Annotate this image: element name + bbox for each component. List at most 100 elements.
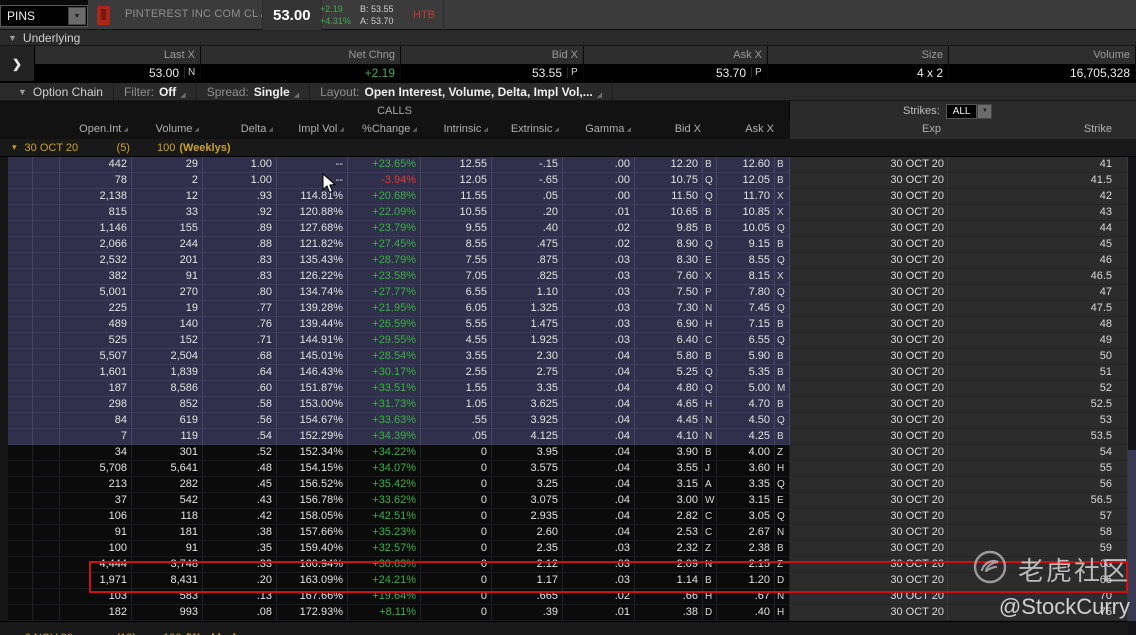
ask-cell[interactable]: .67 — [717, 589, 775, 605]
bid-cell[interactable]: 1.14 — [635, 573, 703, 589]
option-chain-row[interactable]: 382 91 .83 126.22% +23.58% 7.05 .825 .03… — [0, 269, 1136, 285]
ask-cell[interactable]: .40 — [717, 605, 775, 621]
ask-cell[interactable]: 4.00 — [717, 445, 775, 461]
bid-cell[interactable]: 3.55 — [635, 461, 703, 477]
option-chain-row[interactable]: 815 33 .92 120.88% +22.09% 10.55 .20 .01… — [0, 205, 1136, 221]
ask-cell[interactable]: 4.25 — [717, 429, 775, 445]
header-extrinsic[interactable]: Extrinsic ◢ — [492, 121, 563, 139]
collapse-chevron-icon[interactable]: ▼ — [18, 87, 27, 97]
ask-cell[interactable]: 4.70 — [717, 397, 775, 413]
header-strike[interactable]: Strike — [948, 121, 1128, 139]
bid-cell[interactable]: 2.53 — [635, 525, 703, 541]
ask-cell[interactable]: 6.55 — [717, 333, 775, 349]
ask-cell[interactable]: 4.50 — [717, 413, 775, 429]
ask-cell[interactable]: 2.67 — [717, 525, 775, 541]
ask-cell[interactable]: 1.20 — [717, 573, 775, 589]
option-chain-row[interactable]: 4,444 3,748 .33 160.94% +30.63% 0 2.12 .… — [0, 557, 1136, 573]
bid-cell[interactable]: 2.09 — [635, 557, 703, 573]
ask-cell[interactable]: 2.15 — [717, 557, 775, 573]
option-chain-row[interactable]: 103 583 .13 167.66% +19.64% 0 .665 .02 .… — [0, 589, 1136, 605]
option-chain-row[interactable]: 213 282 .45 156.52% +35.42% 0 3.25 .04 3… — [0, 477, 1136, 493]
ask-cell[interactable]: 7.45 — [717, 301, 775, 317]
bid-cell[interactable]: 4.10 — [635, 429, 703, 445]
bid-cell[interactable]: 10.65 — [635, 205, 703, 221]
option-chain-row[interactable]: 5,507 2,504 .68 145.01% +28.54% 3.55 2.3… — [0, 349, 1136, 365]
option-chain-row[interactable]: 84 619 .56 154.67% +33.63% .55 3.925 .04… — [0, 413, 1136, 429]
option-chain-row[interactable]: 100 91 .35 159.40% +32.57% 0 2.35 .03 2.… — [0, 541, 1136, 557]
shares-alert-icon[interactable] — [97, 6, 110, 25]
option-chain-row[interactable]: 5,708 5,641 .48 154.15% +34.07% 0 3.575 … — [0, 461, 1136, 477]
bid-cell[interactable]: 4.65 — [635, 397, 703, 413]
ask-cell[interactable]: 3.15 — [717, 493, 775, 509]
bid-cell[interactable]: 11.50 — [635, 189, 703, 205]
scrollbar-thumb[interactable] — [1128, 450, 1136, 621]
ask-cell[interactable]: 12.60 — [717, 157, 775, 173]
header-pct-change[interactable]: %Change ◢ — [348, 121, 421, 139]
option-chain-row[interactable]: 225 19 .77 139.28% +21.95% 6.05 1.325 .0… — [0, 301, 1136, 317]
header-exp[interactable]: Exp — [790, 121, 948, 139]
header-bid-x[interactable]: Bid X — [635, 121, 717, 139]
option-chain-row[interactable]: 1,601 1,839 .64 146.43% +30.17% 2.55 2.7… — [0, 365, 1136, 381]
ask-cell[interactable]: 10.05 — [717, 221, 775, 237]
ask-cell[interactable]: 3.05 — [717, 509, 775, 525]
ask-cell[interactable]: 10.85 — [717, 205, 775, 221]
strikes-dropdown[interactable]: Strikes: ALL ▼ — [903, 103, 993, 119]
underlying-expand-icon[interactable]: ❯ — [0, 46, 35, 81]
ask-cell[interactable]: 5.35 — [717, 365, 775, 381]
bid-cell[interactable]: 2.82 — [635, 509, 703, 525]
option-chain-row[interactable]: 34 301 .52 152.34% +34.22% 0 3.95 .04 3.… — [0, 445, 1136, 461]
ask-cell[interactable]: 5.90 — [717, 349, 775, 365]
ask-cell[interactable]: 3.60 — [717, 461, 775, 477]
header-ask-x[interactable]: Ask X — [717, 121, 790, 139]
header-delta[interactable]: Delta ◢ — [203, 121, 277, 139]
header-volume[interactable]: Volume ◢ — [132, 121, 203, 139]
strikes-value[interactable]: ALL — [945, 103, 978, 119]
layout-dropdown[interactable]: Layout: Open Interest, Volume, Delta, Im… — [310, 83, 614, 100]
bid-cell[interactable]: 8.30 — [635, 253, 703, 269]
bid-cell[interactable]: 7.30 — [635, 301, 703, 317]
bid-cell[interactable]: 6.90 — [635, 317, 703, 333]
bid-cell[interactable]: 10.75 — [635, 173, 703, 189]
bid-cell[interactable]: 8.90 — [635, 237, 703, 253]
header-intrinsic[interactable]: Intrinsic ◢ — [421, 121, 492, 139]
option-chain-row[interactable]: 525 152 .71 144.91% +29.55% 4.55 1.925 .… — [0, 333, 1136, 349]
ask-cell[interactable]: 7.80 — [717, 285, 775, 301]
symbol-dropdown-icon[interactable]: ▼ — [68, 7, 86, 25]
option-chain-row[interactable]: 187 8,586 .60 151.87% +33.51% 1.55 3.35 … — [0, 381, 1136, 397]
collapse-chevron-icon[interactable]: ▼ — [8, 33, 17, 43]
bid-cell[interactable]: 4.45 — [635, 413, 703, 429]
bid-cell[interactable]: 4.80 — [635, 381, 703, 397]
option-chain-row[interactable]: 5,001 270 .80 134.74% +27.77% 6.55 1.10 … — [0, 285, 1136, 301]
ask-cell[interactable]: 11.70 — [717, 189, 775, 205]
ask-cell[interactable]: 5.00 — [717, 381, 775, 397]
next-group-header-partial[interactable]: ▾ 6 NOV 20 (12) 100 (Weeklys) — [0, 621, 1136, 635]
symbol-input[interactable]: PINS ▼ — [0, 5, 88, 27]
option-chain-row[interactable]: 106 118 .42 158.05% +42.51% 0 2.935 .04 … — [0, 509, 1136, 525]
bid-cell[interactable]: 9.85 — [635, 221, 703, 237]
bid-cell[interactable]: 2.32 — [635, 541, 703, 557]
ask-cell[interactable]: 2.38 — [717, 541, 775, 557]
symbol-value[interactable]: PINS — [1, 9, 68, 23]
bid-cell[interactable]: 5.80 — [635, 349, 703, 365]
option-chain-row[interactable]: 2,138 12 .93 114.81% +20.68% 11.55 .05 .… — [0, 189, 1136, 205]
ask-cell[interactable]: 12.05 — [717, 173, 775, 189]
ask-cell[interactable]: 8.55 — [717, 253, 775, 269]
option-chain-section-header[interactable]: ▼ Option Chain — [0, 83, 114, 100]
strikes-dropdown-icon[interactable]: ▼ — [977, 103, 993, 119]
header-gamma[interactable]: Gamma ◢ — [563, 121, 635, 139]
header-impl-vol[interactable]: Impl Vol ◢ — [277, 121, 348, 139]
bid-cell[interactable]: 6.40 — [635, 333, 703, 349]
ask-cell[interactable]: 8.15 — [717, 269, 775, 285]
option-chain-row[interactable]: 78 2 1.00 -- -3.94% 12.05 -.65 .00 10.75… — [0, 173, 1136, 189]
bid-cell[interactable]: 12.20 — [635, 157, 703, 173]
bid-cell[interactable]: 3.00 — [635, 493, 703, 509]
underlying-section-header[interactable]: ▼ Underlying — [0, 30, 1136, 46]
bid-cell[interactable]: 7.60 — [635, 269, 703, 285]
ask-cell[interactable]: 7.15 — [717, 317, 775, 333]
vertical-scrollbar[interactable] — [1128, 157, 1136, 635]
option-chain-row[interactable]: 489 140 .76 139.44% +26.59% 5.55 1.475 .… — [0, 317, 1136, 333]
option-chain-row[interactable]: 37 542 .43 156.78% +33.62% 0 3.075 .04 3… — [0, 493, 1136, 509]
option-chain-row[interactable]: 2,066 244 .88 121.82% +27.45% 8.55 .475 … — [0, 237, 1136, 253]
option-chain-row[interactable]: 442 29 1.00 -- +23.65% 12.55 -.15 .00 12… — [0, 157, 1136, 173]
option-chain-row[interactable]: 298 852 .58 153.00% +31.73% 1.05 3.625 .… — [0, 397, 1136, 413]
